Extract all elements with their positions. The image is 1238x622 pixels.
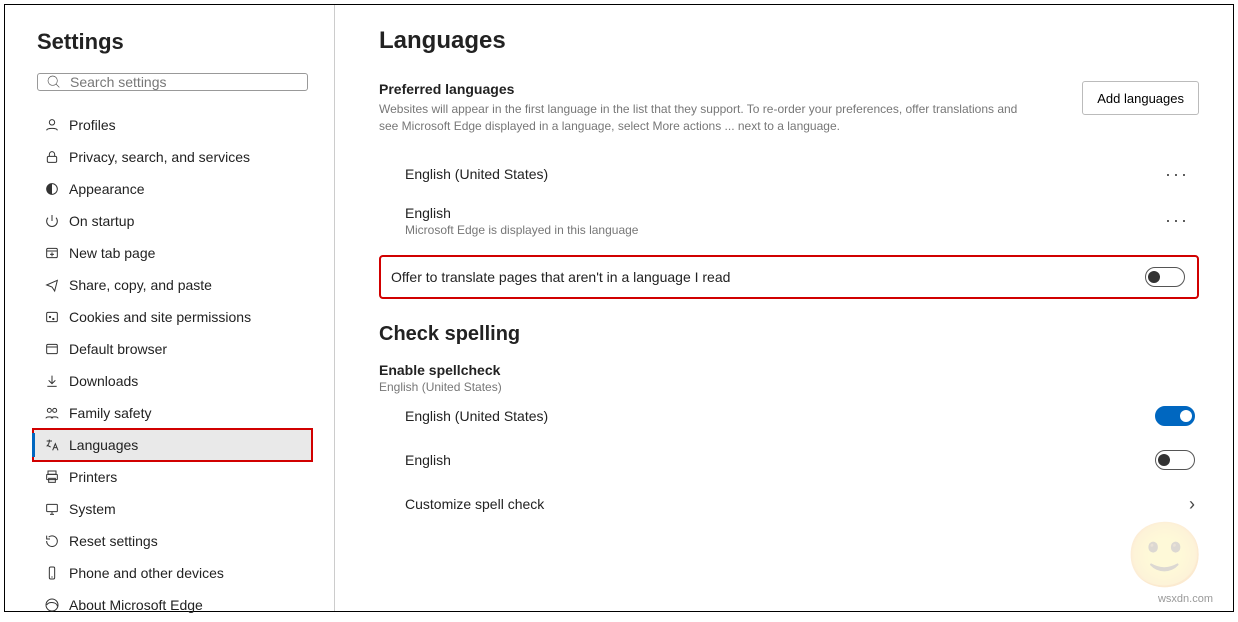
sidebar-item-appearance[interactable]: Appearance <box>33 173 312 205</box>
language-name: English <box>405 205 638 221</box>
appearance-icon <box>44 181 60 197</box>
search-placeholder: Search settings <box>70 74 167 90</box>
chevron-right-icon: › <box>1189 494 1195 515</box>
customize-spellcheck-row[interactable]: Customize spell check › <box>379 482 1199 527</box>
sidebar-item-privacy[interactable]: Privacy, search, and services <box>33 141 312 173</box>
search-input[interactable]: Search settings <box>37 73 308 91</box>
sidebar-item-cookies[interactable]: Cookies and site permissions <box>33 301 312 333</box>
search-icon <box>46 74 62 90</box>
sidebar-item-about[interactable]: About Microsoft Edge <box>33 589 312 621</box>
sidebar-item-printers[interactable]: Printers <box>33 461 312 493</box>
sidebar-item-label: New tab page <box>69 245 155 261</box>
enable-spellcheck-label: Enable spellcheck <box>379 362 1199 378</box>
sidebar-item-label: System <box>69 501 116 517</box>
sidebar-item-label: On startup <box>69 213 134 229</box>
share-icon <box>44 277 60 293</box>
spellcheck-toggle[interactable] <box>1155 450 1195 470</box>
edge-icon <box>44 597 60 613</box>
language-row: English (United States) ··· <box>379 150 1199 199</box>
cookies-icon <box>44 309 60 325</box>
sidebar-item-system[interactable]: System <box>33 493 312 525</box>
sidebar-item-label: Phone and other devices <box>69 565 224 581</box>
spellcheck-language-row: English (United States) <box>379 394 1199 438</box>
sidebar-item-default-browser[interactable]: Default browser <box>33 333 312 365</box>
sidebar-item-label: Cookies and site permissions <box>69 309 251 325</box>
translate-toggle[interactable] <box>1145 267 1185 287</box>
family-icon <box>44 405 60 421</box>
more-actions-button[interactable]: ··· <box>1159 206 1195 235</box>
sidebar-item-startup[interactable]: On startup <box>33 205 312 237</box>
spellcheck-language-name: English (United States) <box>405 408 548 424</box>
power-icon <box>44 213 60 229</box>
spellcheck-language-name: English <box>405 452 451 468</box>
reset-icon <box>44 533 60 549</box>
check-spelling-heading: Check spelling <box>379 323 1199 346</box>
sidebar-item-label: Printers <box>69 469 117 485</box>
sidebar-item-share[interactable]: Share, copy, and paste <box>33 269 312 301</box>
sidebar-item-label: Share, copy, and paste <box>69 277 212 293</box>
sidebar-item-label: Family safety <box>69 405 151 421</box>
language-icon <box>44 437 60 453</box>
newtab-icon <box>44 245 60 261</box>
sidebar-item-label: Profiles <box>69 117 116 133</box>
sidebar-item-label: Default browser <box>69 341 167 357</box>
translate-label: Offer to translate pages that aren't in … <box>391 269 730 285</box>
page-title: Languages <box>379 27 1199 55</box>
settings-title: Settings <box>37 29 312 55</box>
printer-icon <box>44 469 60 485</box>
download-icon <box>44 373 60 389</box>
sidebar-item-label: Privacy, search, and services <box>69 149 250 165</box>
sidebar-item-label: About Microsoft Edge <box>69 597 203 613</box>
spellcheck-toggle[interactable] <box>1155 406 1195 426</box>
language-sub: Microsoft Edge is displayed in this lang… <box>405 223 638 237</box>
sidebar-item-phone[interactable]: Phone and other devices <box>33 557 312 589</box>
sidebar-item-label: Appearance <box>69 181 145 197</box>
sidebar-item-label: Languages <box>69 437 138 453</box>
preferred-languages-desc: Websites will appear in the first langua… <box>379 101 1039 136</box>
preferred-languages-heading: Preferred languages <box>379 81 1039 97</box>
sidebar-item-reset[interactable]: Reset settings <box>33 525 312 557</box>
sidebar-item-label: Reset settings <box>69 533 158 549</box>
language-name: English (United States) <box>405 166 548 182</box>
language-row: English Microsoft Edge is displayed in t… <box>379 199 1199 247</box>
sidebar-item-newtab[interactable]: New tab page <box>33 237 312 269</box>
profile-icon <box>44 117 60 133</box>
browser-icon <box>44 341 60 357</box>
add-languages-button[interactable]: Add languages <box>1082 81 1199 115</box>
lock-icon <box>44 149 60 165</box>
watermark-text: wsxdn.com <box>1158 593 1213 605</box>
spellcheck-language-row: English <box>379 438 1199 482</box>
sidebar-item-languages[interactable]: Languages <box>33 429 312 461</box>
customize-spellcheck-label: Customize spell check <box>405 496 544 512</box>
more-actions-button[interactable]: ··· <box>1159 160 1195 189</box>
sidebar-item-label: Downloads <box>69 373 138 389</box>
translate-option-row: Offer to translate pages that aren't in … <box>379 255 1199 299</box>
sidebar-item-profiles[interactable]: Profiles <box>33 109 312 141</box>
sidebar-item-family[interactable]: Family safety <box>33 397 312 429</box>
phone-icon <box>44 565 60 581</box>
system-icon <box>44 501 60 517</box>
sidebar-item-downloads[interactable]: Downloads <box>33 365 312 397</box>
enable-spellcheck-note: English (United States) <box>379 380 1199 394</box>
